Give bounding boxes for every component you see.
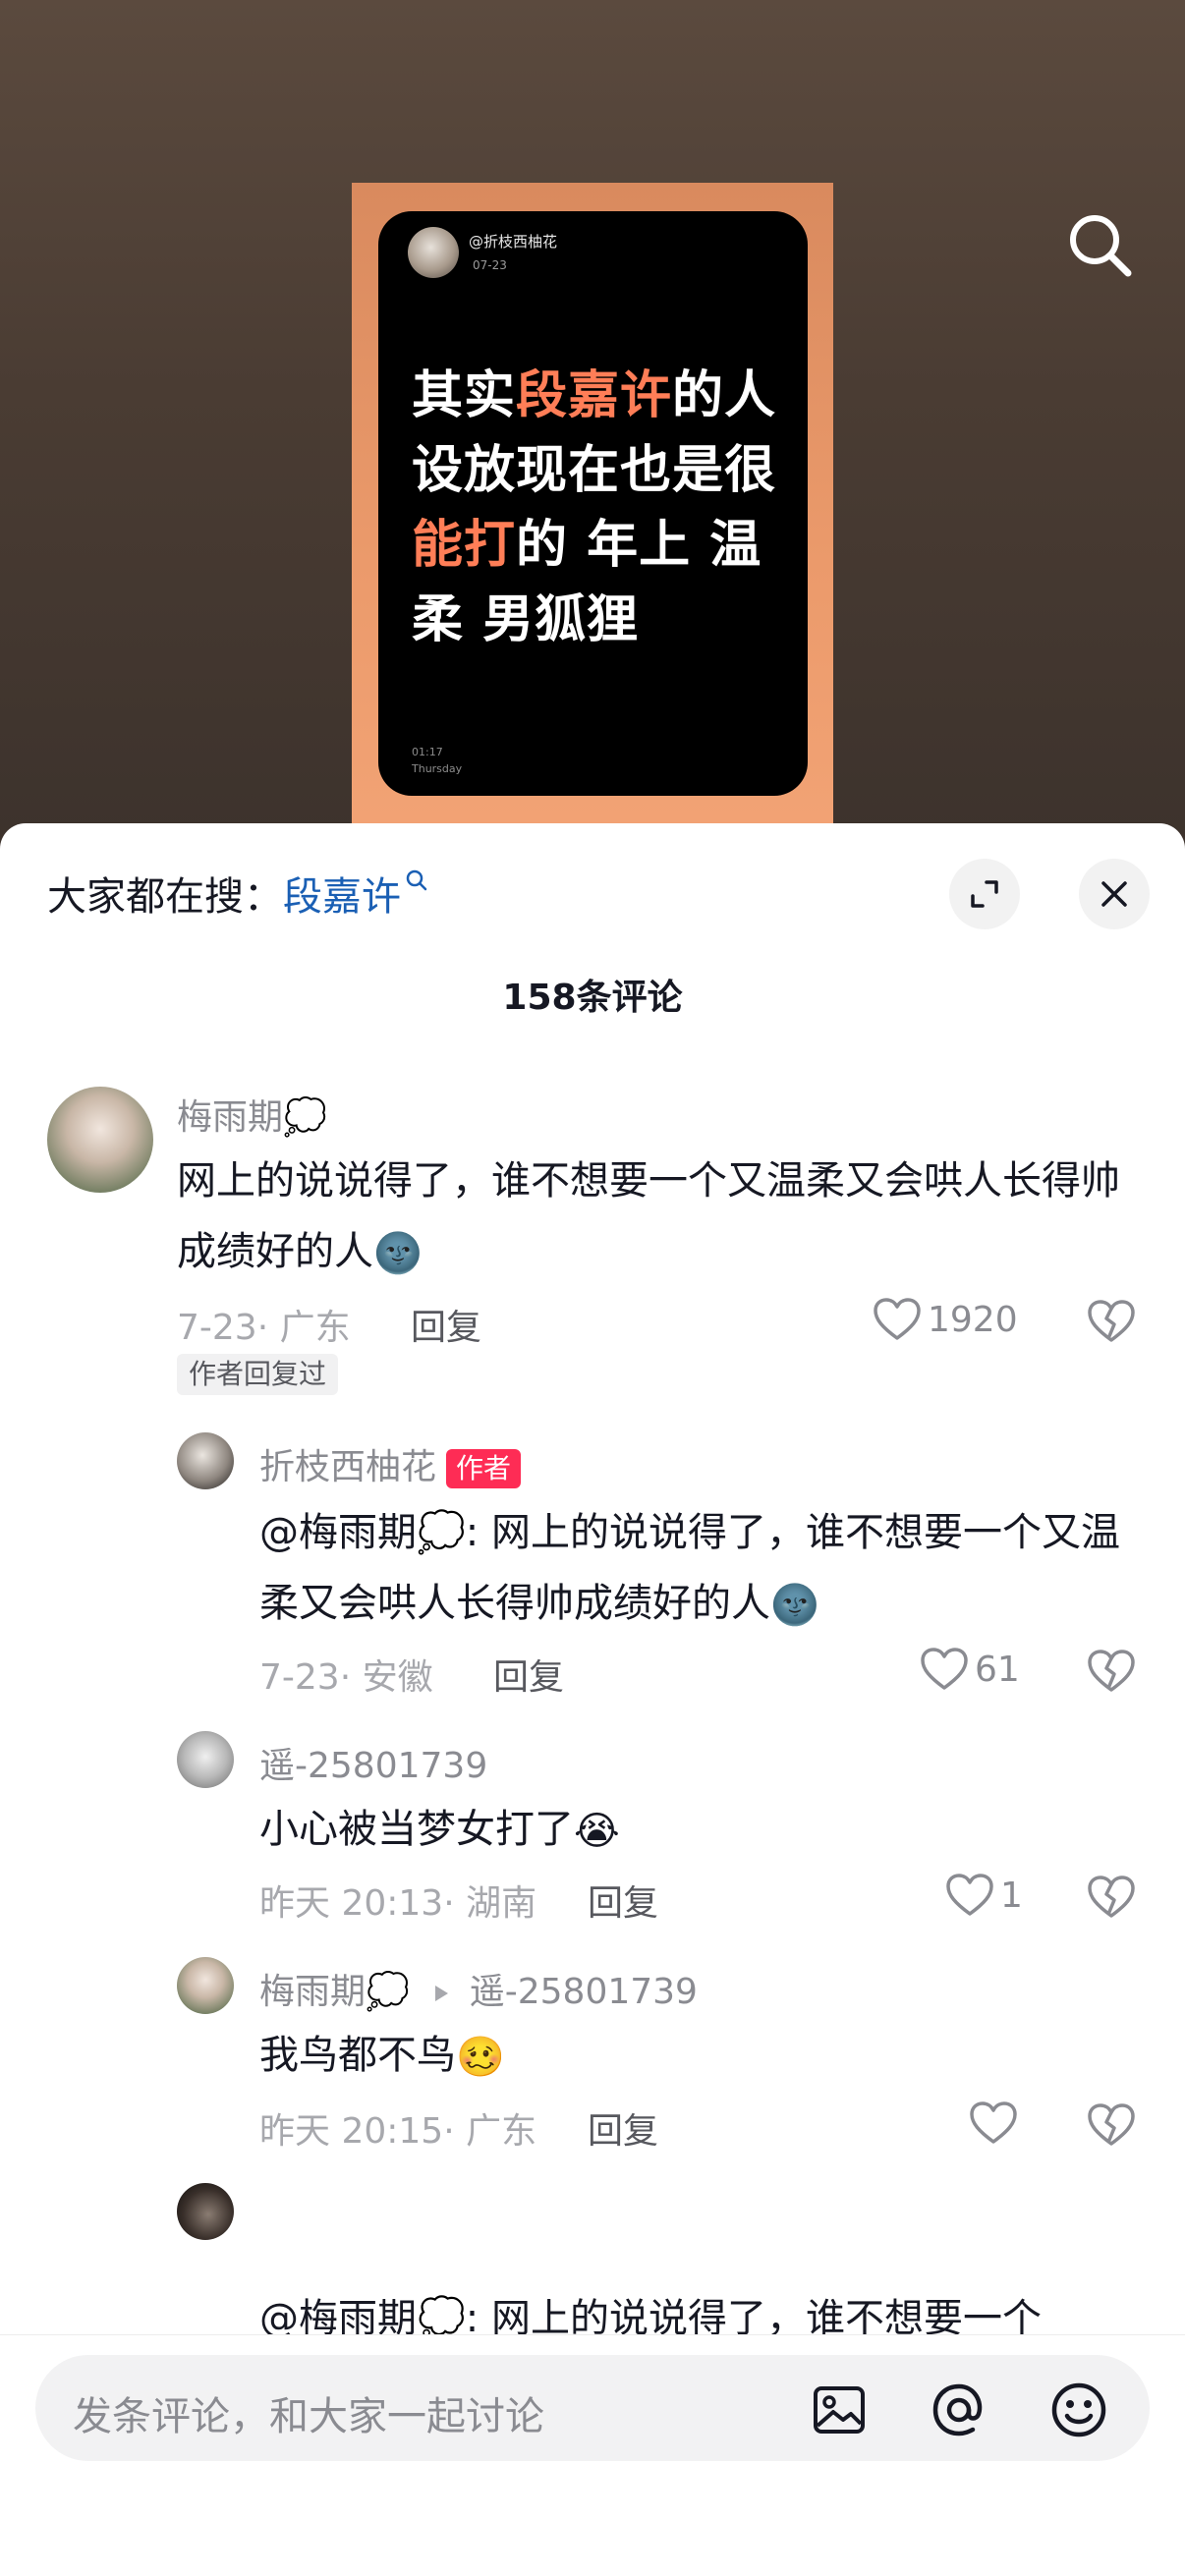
like-button[interactable]: 1920	[873, 1297, 1018, 1342]
expand-icon	[971, 880, 998, 908]
comment-username[interactable]: 梅雨期💭	[177, 1089, 327, 1140]
comment-username[interactable]: 梅雨期💭 遥-25801739	[259, 1963, 698, 2014]
author-badge: 作者	[446, 1449, 522, 1488]
comment-text: 网上的说说得了，谁不想要一个又温柔又会哄人长得帅成绩好的人🌚	[177, 1146, 1140, 1289]
like-button[interactable]	[969, 2100, 1024, 2146]
like-count: 61	[975, 1649, 1020, 1690]
reply-button[interactable]: 回复	[588, 2102, 658, 2154]
avatar[interactable]	[177, 1432, 234, 1489]
avatar[interactable]	[47, 1087, 153, 1193]
dislike-button[interactable]	[1087, 1299, 1136, 1348]
like-count: 1920	[928, 1299, 1018, 1340]
reply-arrow-icon	[435, 1986, 449, 2001]
comment-meta: 昨天 20:13· 湖南	[259, 1883, 537, 1924]
reply-button[interactable]: 回复	[493, 1649, 564, 1700]
search-hint-label: 大家都在搜	[47, 874, 244, 920]
emoji: 🌚	[373, 1231, 423, 1276]
dislike-button[interactable]	[1087, 1649, 1136, 1698]
comment-input-placeholder: 发条评论，和大家一起讨论	[73, 2394, 544, 2439]
avatar[interactable]	[177, 1957, 234, 2014]
comment-meta: 7-23· 安徽	[259, 1657, 433, 1698]
comment-text: @梅雨期💭: 网上的说说得了，谁不想要一个又温柔又会哄人长得帅成绩好的人🌚	[259, 1497, 1144, 1641]
comment-input[interactable]: 发条评论，和大家一起讨论	[35, 2355, 1150, 2461]
emoji-icon	[1051, 2382, 1106, 2437]
heart-icon	[946, 1874, 993, 1916]
search-suggestion[interactable]: 大家都在搜：段嘉许	[47, 865, 428, 922]
broken-heart-icon	[1088, 1650, 1135, 1692]
video-image-card: @折枝西柚花 07-23 其实段嘉许的人设放现在也是很能打的 年上 温柔 男狐狸…	[378, 211, 808, 796]
image-button[interactable]	[808, 2379, 871, 2441]
author-replied-tag: 作者回复过	[177, 1354, 339, 1395]
reply-button[interactable]: 回复	[411, 1299, 481, 1350]
avatar[interactable]	[177, 2183, 234, 2240]
comment-text: 我鸟都不鸟🥴	[259, 2020, 1144, 2093]
comment-meta: 昨天 20:15· 广东	[259, 2111, 537, 2152]
search-keyword[interactable]: 段嘉许	[283, 874, 401, 920]
dislike-button[interactable]	[1087, 1875, 1136, 1924]
expand-button[interactable]	[949, 859, 1020, 929]
reply-to-username[interactable]: 遥-25801739	[470, 1972, 698, 2012]
broken-heart-icon	[1088, 1300, 1135, 1342]
heart-icon	[970, 2101, 1017, 2144]
like-button[interactable]: 61	[920, 1647, 1020, 1692]
emoji-button[interactable]	[1047, 2379, 1110, 2441]
emoji: 🌚	[770, 1583, 819, 1628]
broken-heart-icon	[1088, 1876, 1135, 1918]
card-username: @折枝西柚花	[469, 233, 558, 251]
comments-sheet: 大家都在搜：段嘉许 158条评论 梅雨期💭 网上的说说得了，谁不想要一个又温柔又…	[0, 823, 1185, 2576]
search-button[interactable]	[1063, 208, 1138, 283]
video-player[interactable]: @折枝西柚花 07-23 其实段嘉许的人设放现在也是很能打的 年上 温柔 男狐狸…	[0, 0, 1185, 870]
comment-meta: 7-23· 广东	[177, 1308, 351, 1348]
comment-input-bar: 发条评论，和大家一起讨论	[0, 2334, 1185, 2576]
card-date: 07-23	[473, 258, 507, 272]
at-icon	[932, 2383, 983, 2436]
comment-username[interactable]: 折枝西柚花 作者	[259, 1438, 522, 1489]
search-small-icon	[406, 869, 427, 891]
search-icon	[1070, 215, 1132, 277]
like-button[interactable]: 1	[945, 1873, 1023, 1918]
image-icon	[814, 2386, 865, 2434]
emoji: 😭	[574, 1809, 620, 1854]
broken-heart-icon	[1088, 2103, 1135, 2146]
mention-button[interactable]	[928, 2379, 990, 2441]
close-icon	[1101, 881, 1127, 907]
card-avatar	[408, 227, 459, 278]
like-count: 1	[1000, 1875, 1023, 1916]
heart-icon	[874, 1298, 921, 1340]
comment-text: 小心被当梦女打了😭	[259, 1794, 1144, 1867]
reply-button[interactable]: 回复	[588, 1875, 658, 1926]
close-button[interactable]	[1079, 859, 1150, 929]
card-time: 01:17 Thursday	[412, 746, 463, 775]
avatar[interactable]	[177, 1731, 234, 1788]
comment-count: 158条评论	[502, 978, 683, 1018]
heart-icon	[921, 1648, 968, 1690]
card-text: 其实段嘉许的人设放现在也是很能打的 年上 温柔 男狐狸	[412, 366, 777, 649]
comment-username[interactable]: 遥-25801739	[259, 1737, 487, 1788]
dislike-button[interactable]	[1087, 2102, 1136, 2152]
emoji: 🥴	[456, 2035, 505, 2080]
